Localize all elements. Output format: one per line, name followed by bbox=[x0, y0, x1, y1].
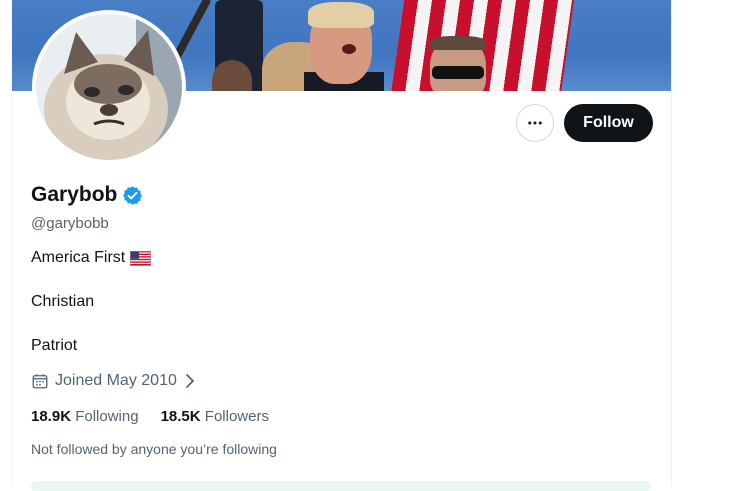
profile-stats: 18.9K Following 18.5K Followers bbox=[31, 408, 269, 425]
follow-button[interactable]: Follow bbox=[564, 104, 653, 142]
profile-handle: @garybobb bbox=[31, 215, 109, 232]
avatar-image bbox=[36, 14, 182, 160]
chevron-right-icon bbox=[185, 374, 194, 388]
bio-text: America First bbox=[31, 249, 126, 266]
profile-avatar[interactable] bbox=[32, 10, 186, 164]
following-label: Following bbox=[75, 408, 139, 425]
following-link[interactable]: 18.9K Following bbox=[31, 408, 139, 425]
profile-name: Garybob bbox=[31, 183, 118, 206]
followers-link[interactable]: 18.5K Followers bbox=[161, 408, 269, 425]
profile-name-row: Garybob bbox=[31, 183, 143, 207]
more-options-button[interactable] bbox=[516, 104, 554, 142]
verified-badge-icon[interactable] bbox=[122, 185, 143, 206]
profile-card: Follow Garybob @garybobb America First C… bbox=[11, 0, 672, 491]
bio-line-3: Patriot bbox=[31, 337, 78, 354]
followers-label: Followers bbox=[204, 408, 269, 425]
bottom-panel-edge bbox=[31, 481, 651, 491]
us-flag-icon bbox=[130, 250, 152, 266]
calendar-icon bbox=[32, 374, 48, 389]
bio-line-2: Christian bbox=[31, 293, 95, 310]
joined-date-row[interactable]: Joined May 2010 bbox=[31, 372, 197, 390]
social-context-text: Not followed by anyone you’re following bbox=[31, 441, 277, 457]
joined-date-text: Joined May 2010 bbox=[55, 372, 177, 389]
more-horizontal-icon bbox=[528, 121, 542, 125]
bio-line-1: America First bbox=[31, 249, 152, 267]
following-count: 18.9K bbox=[31, 408, 72, 425]
followers-count: 18.5K bbox=[160, 408, 201, 425]
